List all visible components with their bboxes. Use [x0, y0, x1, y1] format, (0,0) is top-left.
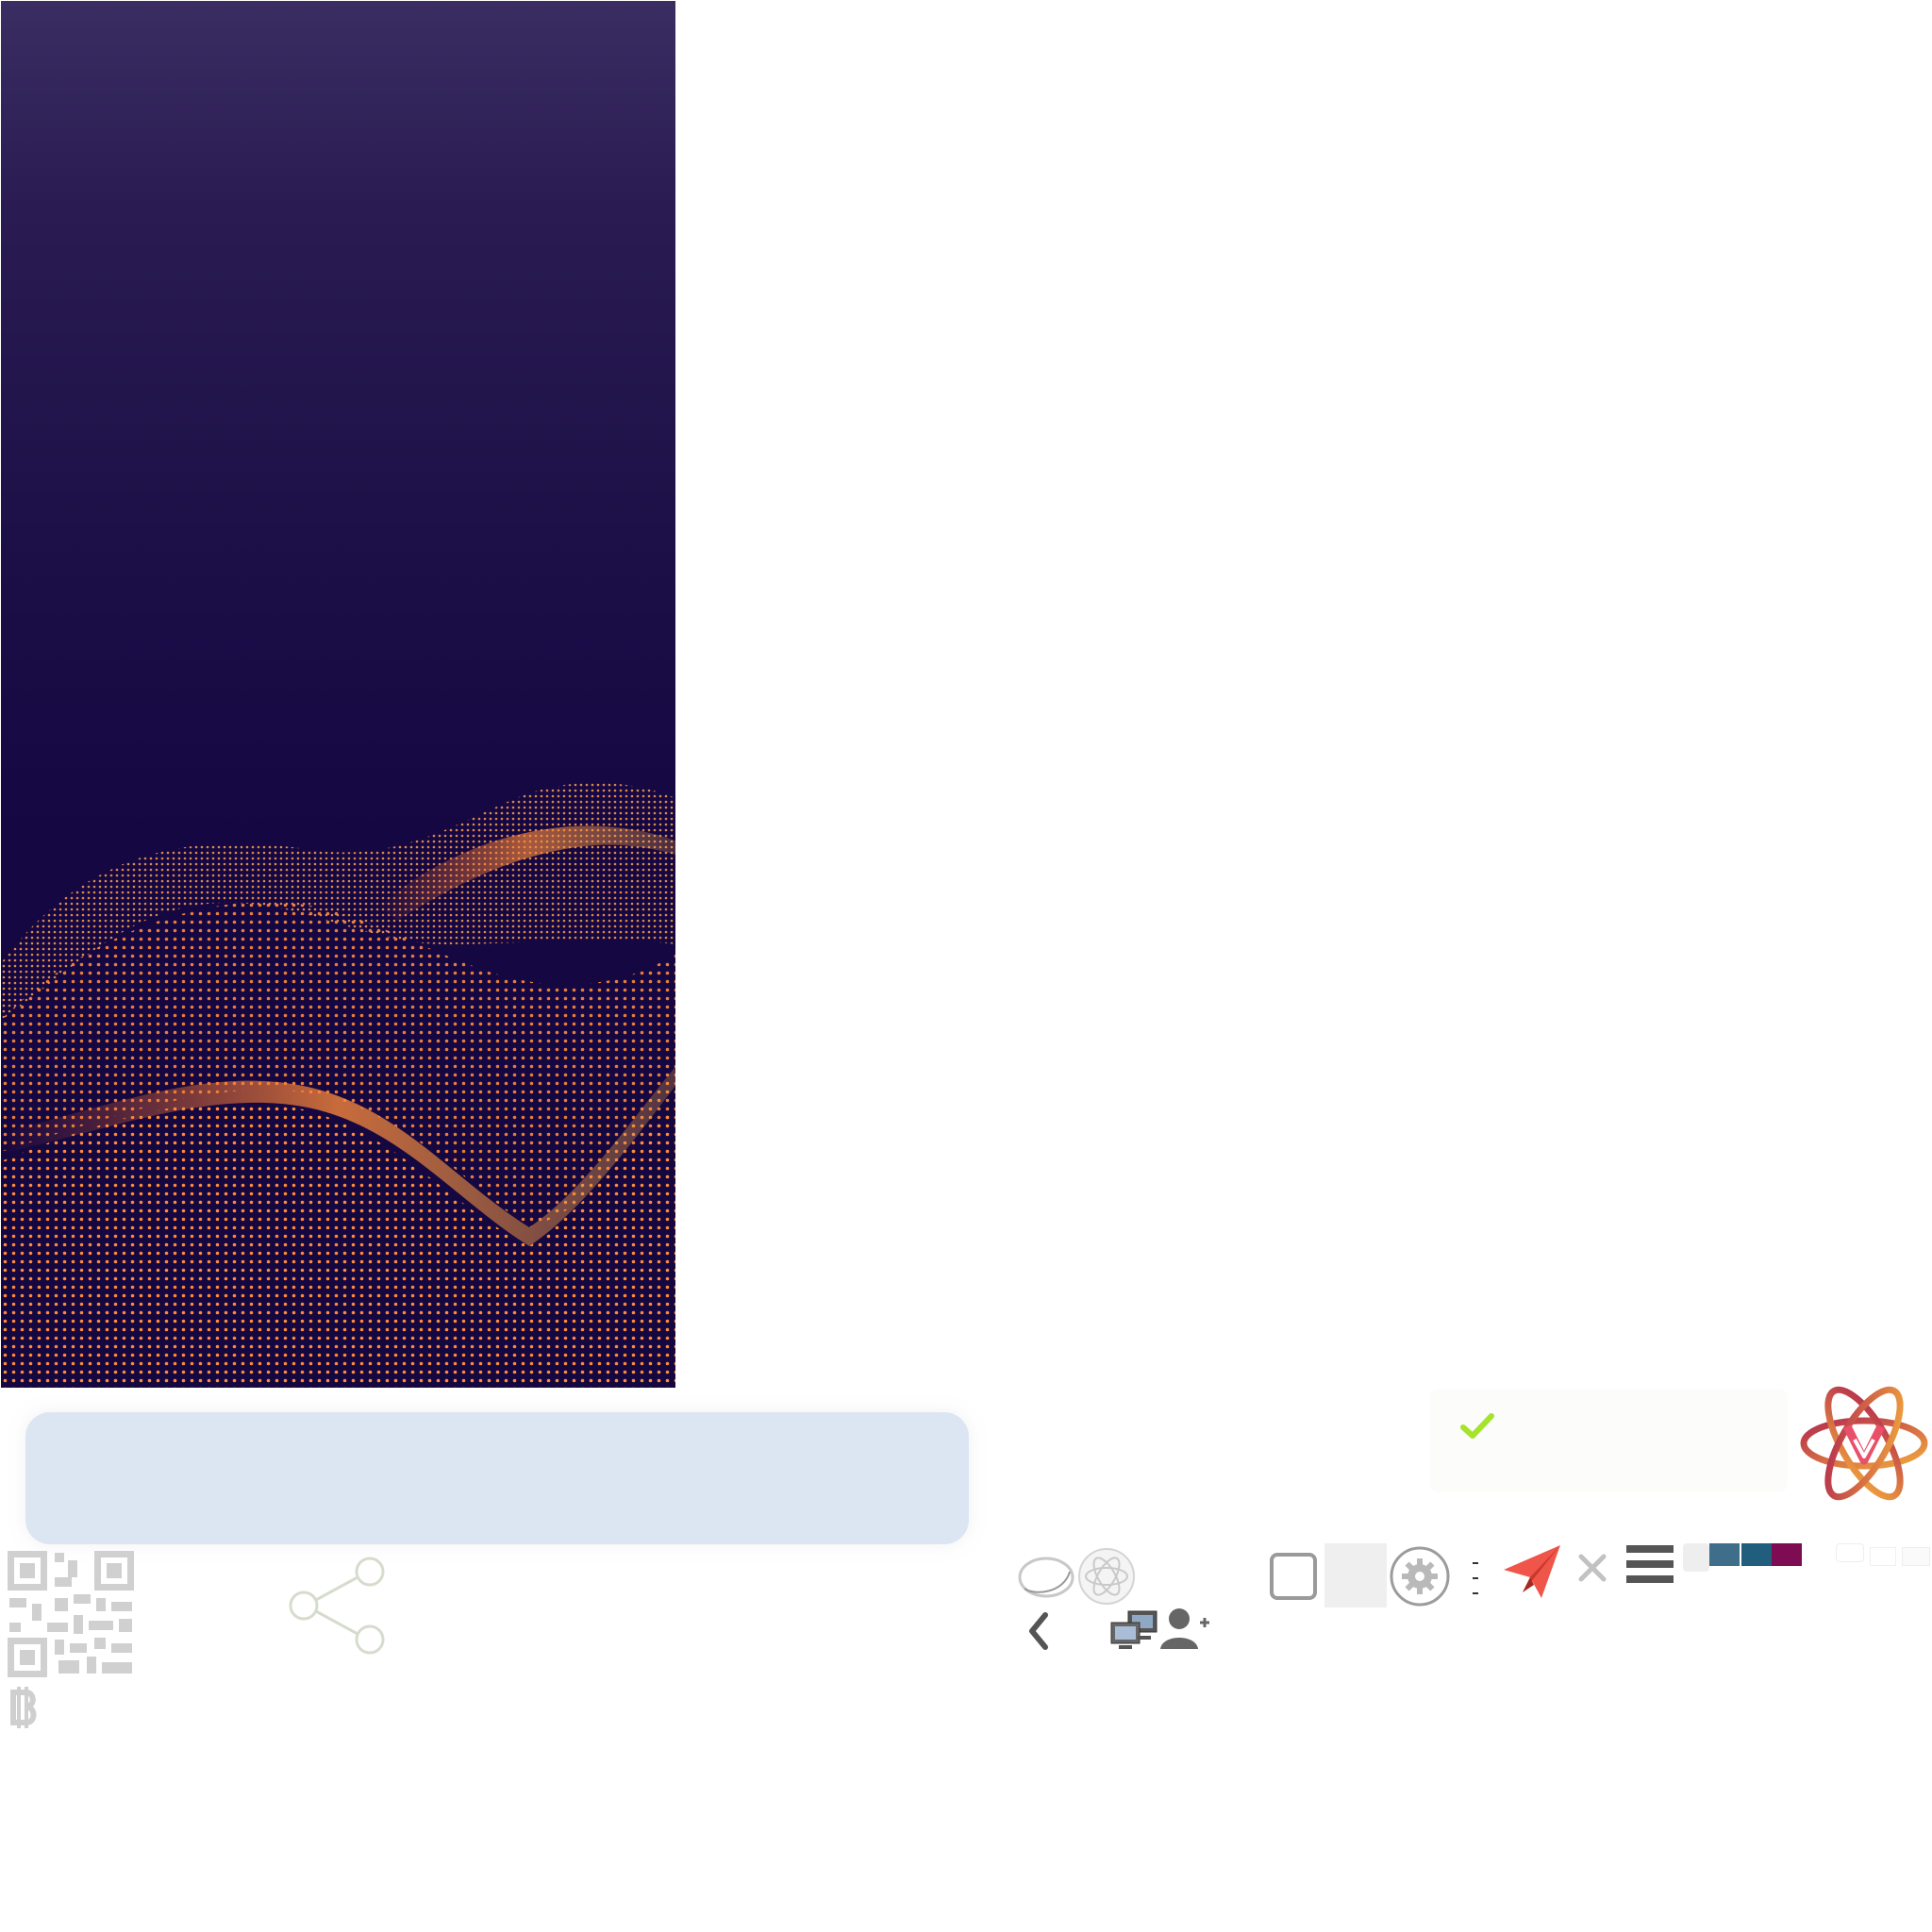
- swatch-plum: [1772, 1543, 1802, 1566]
- grey-tile: [1324, 1543, 1387, 1607]
- faint-tile-1: [1836, 1543, 1864, 1562]
- crescent-icon: [1017, 1555, 1075, 1600]
- close-icon[interactable]: [1577, 1553, 1607, 1583]
- check-icon: [1460, 1411, 1494, 1441]
- gear-icon[interactable]: [1389, 1545, 1451, 1607]
- share-icon[interactable]: [287, 1555, 389, 1657]
- hamburger-menu-icon[interactable]: [1626, 1543, 1674, 1587]
- faint-tile-3: [1902, 1547, 1930, 1566]
- message-bubble: [25, 1412, 969, 1544]
- bitcoin-icon: [8, 1685, 42, 1730]
- paper-plane-icon[interactable]: [1502, 1543, 1562, 1602]
- checkbox-icon[interactable]: [1269, 1552, 1318, 1601]
- add-user-icon[interactable]: [1158, 1606, 1211, 1651]
- sprite-sheet: [0, 0, 1932, 1932]
- swatch-teal-blue: [1741, 1543, 1772, 1566]
- dash-marks: [1472, 1560, 1481, 1598]
- atom-v-logo: [1800, 1385, 1928, 1502]
- network-computers-icon: [1109, 1609, 1158, 1653]
- swatch-slate-blue: [1709, 1543, 1740, 1566]
- swatch-light-grey: [1683, 1543, 1709, 1572]
- faint-tile-2: [1870, 1547, 1896, 1566]
- qr-code-icon: [6, 1549, 136, 1679]
- atom-icon: [1077, 1547, 1136, 1606]
- splash-background: [1, 1, 675, 1388]
- particle-wave-graphic: [1, 782, 675, 1388]
- chevron-left-icon[interactable]: [1024, 1611, 1053, 1651]
